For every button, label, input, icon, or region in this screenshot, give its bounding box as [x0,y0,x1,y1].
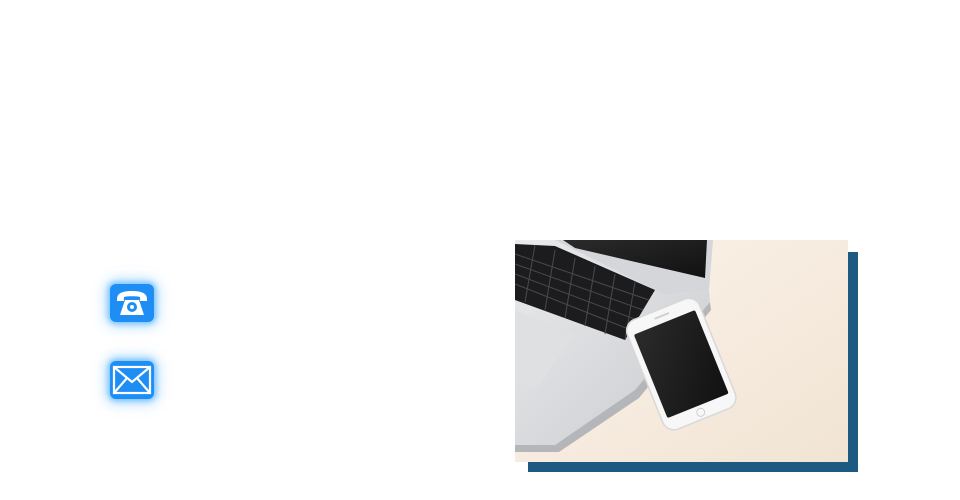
phone-contact-button[interactable] [110,284,154,322]
envelope-icon [112,365,152,395]
mail-contact-button[interactable] [110,361,154,399]
telephone-icon [117,291,147,315]
laptop-and-smartphone-photo [515,240,848,462]
contact-section [0,0,960,500]
